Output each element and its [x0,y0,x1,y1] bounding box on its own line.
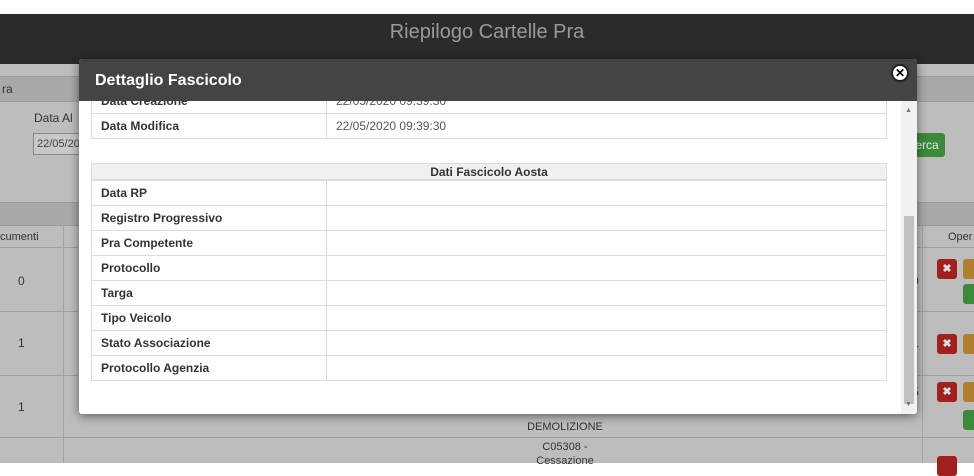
field-value: 22/05/2020 09:39:30 [326,113,887,139]
scroll-up-arrow-icon[interactable]: ▲ [905,107,912,114]
table-row: Protocollo [91,255,887,281]
field-label: Stato Associazione [91,330,327,356]
col-header-operations: Oper [948,231,973,243]
scroll-down-arrow-icon[interactable]: ▼ [905,401,912,408]
table-row: Protocollo Agenzia [91,355,887,381]
row-4-cell-text-2: Cessazione [536,455,594,467]
row-3-docs: 1 [18,400,25,414]
date-to-label: Data Al [34,111,73,125]
field-value [326,255,887,281]
row-1-docs: 0 [18,274,25,288]
row-2-docs: 1 [18,336,25,350]
field-value [326,205,887,231]
field-label: Targa [91,280,327,306]
modal-header: Dettaglio Fascicolo [79,59,917,101]
table-col-divider [63,224,64,463]
table-row: Stato Associazione [91,330,887,356]
field-value: 22/05/2020 09:39:30 [326,101,887,114]
field-value [326,305,887,331]
date-to-input[interactable]: 22/05/20 [33,133,82,155]
modal-scrollbar[interactable]: ▲ ▼ [901,101,917,414]
field-value [326,330,887,356]
confirm-button[interactable] [963,284,974,304]
delete-button[interactable]: ✖ [937,259,957,279]
field-value [326,280,887,306]
aosta-file-table: Data RP Registro Progressivo Pra Compete… [91,180,887,381]
delete-button[interactable] [937,456,957,476]
col-header-documents: cumenti [0,231,39,243]
field-label: Pra Competente [91,230,327,256]
row-3-cell-text: DEMOLIZIONE [527,421,603,433]
modal-title: Dettaglio Fascicolo [95,72,242,89]
table-row: Targa [91,280,887,306]
field-value [326,230,887,256]
modal-body: Data Creazione 22/05/2020 09:39:30 Data … [79,101,901,414]
edit-button[interactable] [963,382,974,402]
filter-panel-label: ra [2,82,13,96]
row-4-cell-text: C05308 - [542,441,588,453]
delete-button[interactable]: ✖ [937,334,957,354]
edit-button[interactable] [963,334,974,354]
confirm-button[interactable] [963,410,974,430]
field-label: Data Creazione [91,101,327,114]
field-value [326,355,887,381]
table-row-divider [0,437,974,438]
field-label: Registro Progressivo [91,205,327,231]
section-title: Dati Fascicolo Aosta [91,163,887,180]
browser-top-strip [0,0,974,14]
field-label: Data Modifica [91,113,327,139]
field-label: Data RP [91,180,327,206]
table-row: Tipo Veicolo [91,305,887,331]
close-icon[interactable]: ✕ [891,64,909,82]
table-col-divider [922,224,923,463]
field-label: Tipo Veicolo [91,305,327,331]
field-label: Protocollo [91,255,327,281]
file-dates-table: Data Creazione 22/05/2020 09:39:30 Data … [91,101,887,139]
delete-button[interactable]: ✖ [937,382,957,402]
scrollbar-thumb[interactable] [904,216,914,404]
detail-modal: Dettaglio Fascicolo Data Creazione 22/05… [79,59,917,414]
page-title: Riepilogo Cartelle Pra [389,21,585,43]
table-row: Data Creazione 22/05/2020 09:39:30 [91,101,887,114]
table-row: Pra Competente [91,230,887,256]
field-value [326,180,887,206]
field-label: Protocollo Agenzia [91,355,327,381]
edit-button[interactable] [963,259,974,279]
table-row: Registro Progressivo [91,205,887,231]
table-row: Data Modifica 22/05/2020 09:39:30 [91,113,887,139]
table-row: Data RP [91,180,887,206]
